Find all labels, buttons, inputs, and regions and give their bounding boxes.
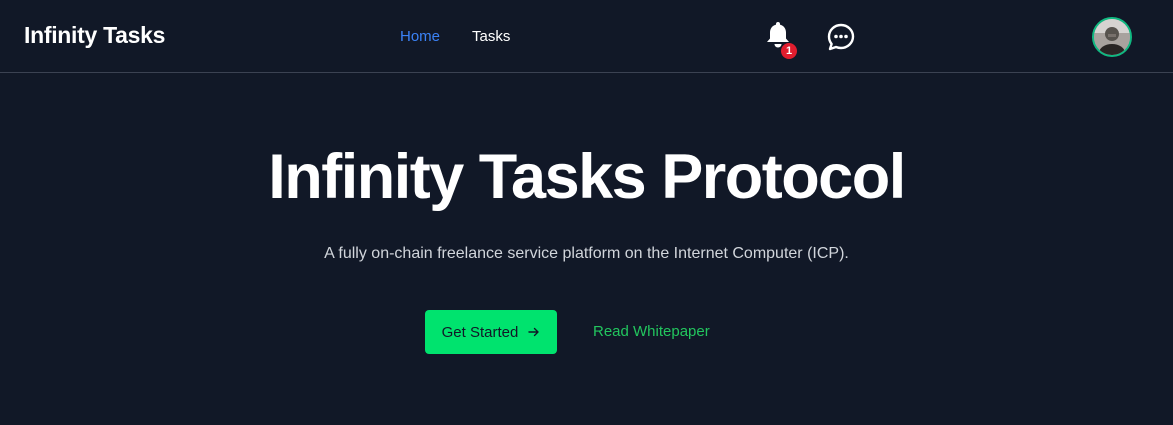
notifications-button[interactable]: 1 xyxy=(764,20,797,60)
brand-logo[interactable]: Infinity Tasks xyxy=(24,22,165,49)
main-nav: Home Tasks xyxy=(400,28,510,45)
user-photo-icon xyxy=(1094,19,1130,55)
arrow-right-icon xyxy=(528,327,540,337)
nav-link-tasks[interactable]: Tasks xyxy=(472,28,510,45)
top-navbar: Infinity Tasks Home Tasks 1 xyxy=(0,0,1173,73)
read-whitepaper-link[interactable]: Read Whitepaper xyxy=(593,323,710,340)
get-started-label: Get Started xyxy=(441,323,519,341)
notification-count-badge: 1 xyxy=(781,43,797,59)
messages-button[interactable] xyxy=(826,22,856,52)
chat-bubble-icon xyxy=(827,23,855,51)
hero-title: Infinity Tasks Protocol xyxy=(268,142,906,212)
hero-section: Infinity Tasks Protocol A fully on-chain… xyxy=(0,74,1173,425)
get-started-button[interactable]: Get Started xyxy=(425,310,557,354)
nav-link-home[interactable]: Home xyxy=(400,28,440,45)
hero-subtitle: A fully on-chain freelance service platf… xyxy=(324,245,849,262)
user-avatar[interactable] xyxy=(1092,17,1132,57)
